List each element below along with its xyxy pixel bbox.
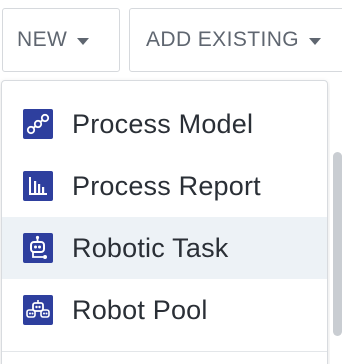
app-window: NEW ADD EXISTING Process Model Process R… [0,0,342,364]
robot-pool-icon [23,295,53,325]
new-dropdown-button[interactable]: NEW [2,8,120,72]
menu-divider [2,351,327,352]
menu-item-robot-pool[interactable]: Robot Pool [2,279,327,341]
caret-down-icon [77,37,90,45]
menu-item-label: Process Report [72,170,261,201]
process-model-icon [23,109,53,139]
menu-item-label: Process Model [72,108,254,139]
add-existing-button-label: ADD EXISTING [146,28,299,51]
robotic-task-icon [23,233,53,263]
add-existing-dropdown-button[interactable]: ADD EXISTING [129,8,342,72]
caret-down-icon [309,37,321,45]
menu-item-label: Robot Pool [72,294,208,325]
menu-item-label: Robotic Task [72,232,229,263]
menu-item-robotic-task[interactable]: Robotic Task [2,217,327,279]
scrollbar-thumb[interactable] [333,152,342,336]
menu-item-process-report[interactable]: Process Report [2,155,327,217]
new-dropdown-menu: Process Model Process Report Robotic Tas… [1,80,328,364]
process-report-icon [23,171,53,201]
new-button-label: NEW [17,28,68,51]
menu-item-process-model[interactable]: Process Model [2,93,327,155]
